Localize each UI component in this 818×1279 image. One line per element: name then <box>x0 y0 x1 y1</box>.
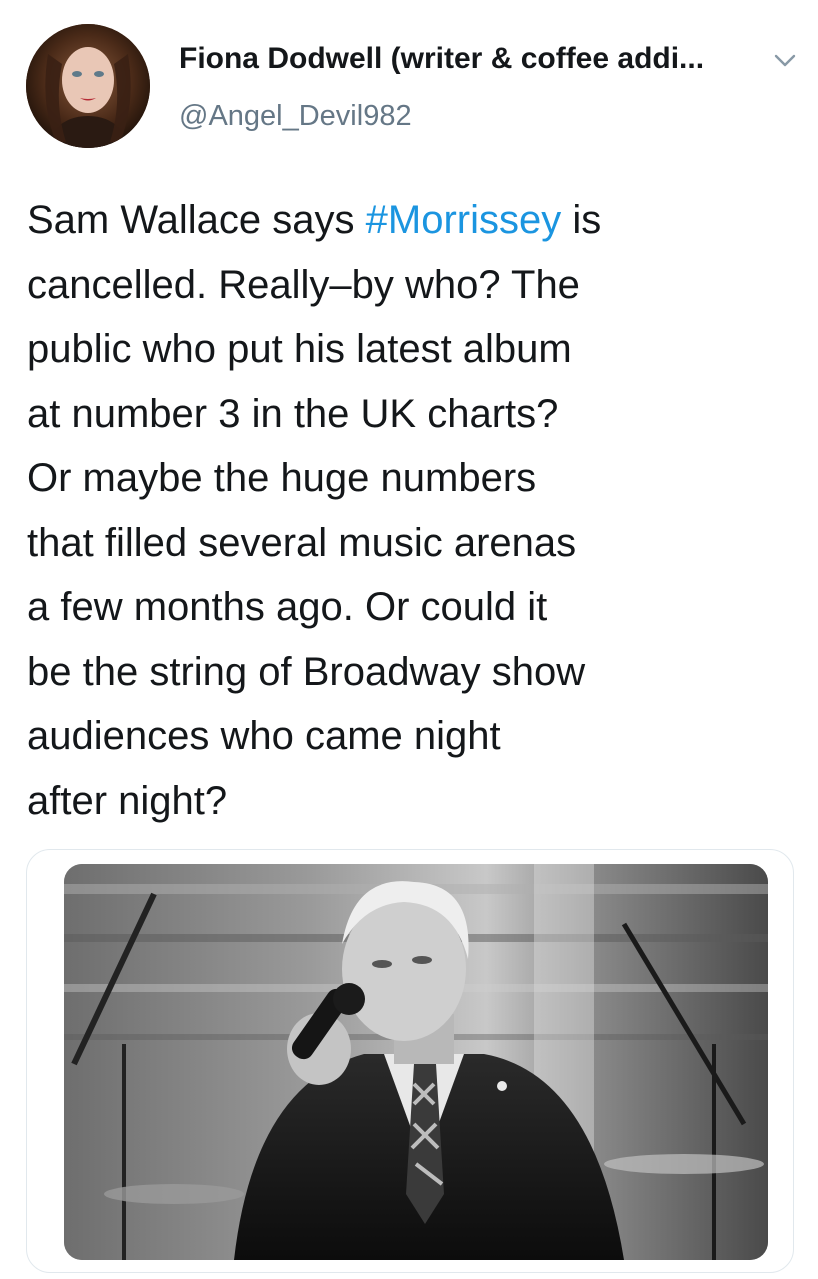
hashtag-link[interactable]: #Morrissey <box>366 198 562 242</box>
tweet-line: be the string of Broadway show <box>27 649 586 694</box>
avatar[interactable] <box>26 24 150 148</box>
tweet-text: Sam Wallace says #Morrissey is cancelled… <box>27 188 797 833</box>
tweet-line: Sam Wallace says #Morrissey is <box>27 188 797 253</box>
profile-photo-icon <box>26 24 150 148</box>
tweet-text-segment: is <box>561 198 602 242</box>
tweet-line: a few months ago. Or could it <box>27 585 548 629</box>
author-handle[interactable]: @Angel_Devil982 <box>179 100 412 133</box>
singer-photo-icon <box>64 864 768 1260</box>
tweet-text-segment: Sam Wallace says <box>27 198 366 242</box>
tweet-line: audiences who came night <box>27 714 501 758</box>
tweet-line: after night? <box>27 778 228 823</box>
tweet-photo[interactable] <box>64 864 768 1260</box>
tweet-line: public who put his latest album <box>27 327 572 371</box>
tweet-line: Or maybe the huge numbers <box>27 456 537 500</box>
tweet-line: cancelled. Really–by who? The <box>27 262 580 307</box>
tweet-line: at number 3 in the UK charts? <box>27 391 559 436</box>
author-display-name[interactable]: Fiona Dodwell (writer & coffee addi... <box>179 42 749 76</box>
chevron-down-icon[interactable] <box>772 50 798 70</box>
tweet-line: that filled several music arenas <box>27 520 577 565</box>
